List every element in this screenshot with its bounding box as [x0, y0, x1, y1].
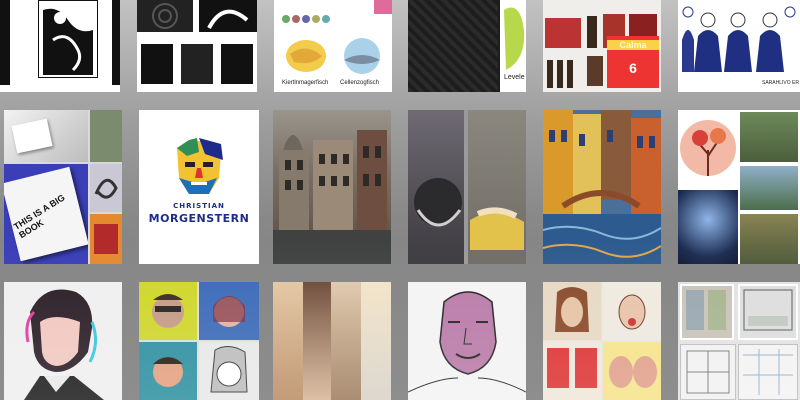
landscape-tree-circle — [678, 110, 738, 188]
fish-caption-2: Cellenzogfisch — [340, 80, 380, 86]
line-portrait-art — [408, 291, 526, 393]
print-spiral — [137, 0, 193, 32]
print-figure-1 — [141, 44, 173, 84]
book-main-cover-panel: THIS IS A BIG BOOK — [4, 164, 88, 264]
landscape-forest — [740, 214, 798, 264]
fish-blue-illustration — [338, 36, 386, 78]
tile-black-white-prints[interactable] — [137, 0, 257, 92]
beer-sign — [587, 56, 603, 86]
morgenstern-logo-line1: CHRISTIAN — [173, 202, 225, 210]
split-face-2 — [303, 282, 331, 400]
ink-illustration-main — [38, 0, 98, 78]
gallery-row-3 — [0, 282, 800, 400]
popart-portrait-4 — [199, 342, 259, 400]
tile-window-sketches[interactable] — [678, 282, 800, 400]
tile-folk-figures[interactable]: SARAHLIVO ER — [678, 0, 800, 92]
book-red-cover — [94, 224, 118, 254]
print-figure-3 — [221, 44, 253, 84]
tile-split-faces[interactable] — [273, 282, 391, 400]
expression-portrait-2 — [603, 282, 661, 340]
split-face-1 — [273, 282, 303, 400]
tile-book-design[interactable]: THIS IS A BIG BOOK — [4, 110, 122, 264]
ink-illustration-right — [112, 0, 120, 85]
tile-venice-canal-painting[interactable] — [543, 110, 661, 264]
popart-portrait-1 — [139, 282, 197, 340]
tile-fish-illustrations[interactable]: Kiertlnmagerfisch Cellenzogfisch — [274, 0, 392, 92]
beer-calma-box: Calma 6 — [607, 36, 659, 88]
landscape-gate — [740, 112, 798, 162]
book-swirl-panel — [90, 164, 122, 212]
window-sketch-1 — [680, 284, 734, 340]
book-main-cover: THIS IS A BIG BOOK — [4, 166, 88, 262]
print-face — [199, 0, 257, 32]
book-top-photo — [4, 110, 88, 162]
landscape-mountains — [740, 166, 798, 210]
folk-caption: SARAHLIVO ER — [762, 80, 799, 86]
pattern-caption: Levele — [504, 74, 525, 81]
window-sketch-4 — [738, 344, 798, 400]
fish-yellow-illustration — [282, 36, 330, 78]
fish-caption-1: Kiertlnmagerfisch — [282, 80, 329, 86]
beer-box-1 — [545, 18, 581, 48]
tile-beer-packaging[interactable]: Calma 6 — [543, 0, 661, 92]
diptych-right — [468, 110, 526, 264]
gallery-row-1: Kiertlnmagerfisch Cellenzogfisch Levele … — [0, 0, 800, 92]
tile-line-portrait[interactable] — [408, 282, 526, 400]
tile-ink-illustrations[interactable] — [0, 0, 120, 92]
tile-expression-portraits[interactable] — [543, 282, 661, 400]
beer-bottles-row — [545, 56, 583, 90]
neon-portrait-art — [24, 289, 104, 400]
expression-portrait-1 — [543, 282, 601, 340]
gallery-row-2: THIS IS A BIG BOOK CHRISTIAN MORGENSTERN — [0, 110, 800, 266]
window-sketch-3 — [680, 344, 736, 400]
book-cover-title: THIS IS A BIG BOOK — [11, 192, 67, 241]
tile-morgenstern-logo[interactable]: CHRISTIAN MORGENSTERN — [139, 110, 259, 264]
tile-abstract-diptych[interactable] — [408, 110, 526, 264]
morgenstern-logo-line2: MORGENSTERN — [148, 212, 250, 225]
beer-bottle-1 — [587, 16, 597, 48]
venice-buildings — [273, 130, 391, 264]
pattern-panel — [408, 0, 498, 92]
tile-pattern-branding[interactable]: Levele — [408, 0, 526, 92]
morgenstern-face-icon — [177, 138, 223, 194]
fish-accent-pink — [374, 0, 392, 14]
book-green-panel — [90, 110, 122, 162]
ink-illustration-left — [0, 0, 10, 85]
window-sketch-2 — [738, 284, 798, 340]
tile-venice-painting[interactable] — [273, 110, 391, 264]
tile-popart-portraits[interactable] — [139, 282, 259, 400]
popart-portrait-2 — [199, 282, 259, 340]
expression-portrait-4 — [603, 342, 661, 400]
popart-portrait-3 — [139, 342, 197, 400]
tile-neon-portrait[interactable] — [4, 282, 122, 400]
book-small — [11, 118, 53, 154]
landscape-night — [678, 190, 738, 264]
fish-icons-row — [278, 8, 338, 30]
beer-calma-number: 6 — [629, 60, 637, 76]
expression-portrait-3 — [543, 342, 601, 400]
split-face-3 — [331, 282, 361, 400]
tile-landscape-paintings[interactable] — [678, 110, 800, 264]
split-face-4 — [361, 282, 391, 400]
beer-calma-label: Calma — [607, 40, 659, 50]
canal-art — [543, 110, 661, 264]
book-red-panel — [90, 214, 122, 264]
diptych-left — [408, 110, 464, 264]
folk-figures-art — [682, 6, 796, 72]
print-figure-2 — [181, 44, 213, 84]
